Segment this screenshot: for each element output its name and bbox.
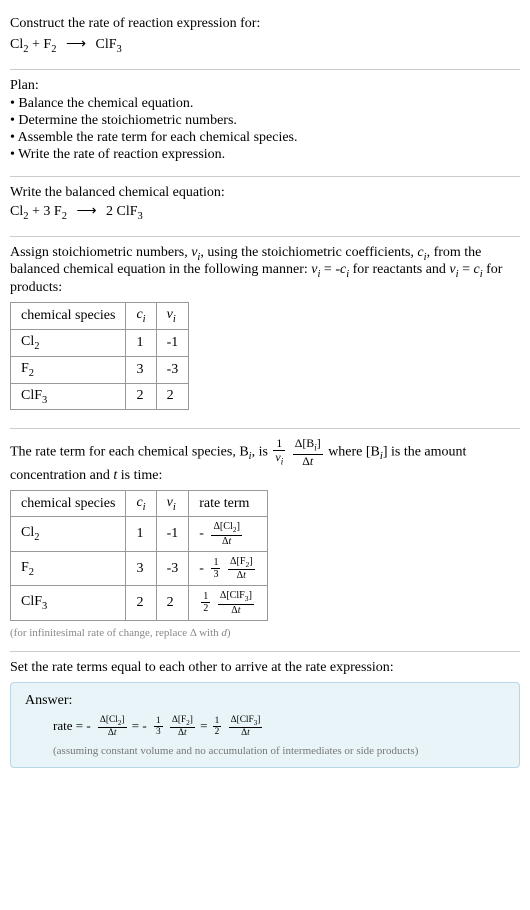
table-header-row: chemical species ci νi rate term bbox=[11, 490, 268, 517]
cell-nui: -3 bbox=[156, 356, 189, 383]
cell-rate: - Δ[Cl2] Δt bbox=[189, 517, 267, 551]
plan-item: • Write the rate of reaction expression. bbox=[10, 147, 520, 163]
cell-nui: 2 bbox=[156, 383, 189, 410]
fraction: 1 2 bbox=[201, 591, 210, 614]
cell-nui: 2 bbox=[156, 586, 189, 620]
fraction: 1 3 bbox=[211, 557, 220, 580]
plan-item: • Assemble the rate term for each chemic… bbox=[10, 130, 520, 146]
species-cl2: Cl2 bbox=[10, 37, 28, 52]
balanced-equation: Cl2 + 3 F2 ⟶ 2 ClF3 bbox=[10, 203, 520, 222]
stoich-section: Assign stoichiometric numbers, νi, using… bbox=[10, 237, 520, 430]
answer-label: Answer: bbox=[25, 693, 505, 709]
cell-nui: -1 bbox=[156, 329, 189, 356]
cell-species: Cl2 bbox=[11, 329, 126, 356]
cell-ci: 1 bbox=[126, 329, 156, 356]
answer-expression: rate = - Δ[Cl2] Δt = - 1 3 Δ[F2] Δt = 1 … bbox=[25, 715, 505, 739]
answer-box: Answer: rate = - Δ[Cl2] Δt = - 1 3 Δ[F2]… bbox=[10, 682, 520, 768]
col-rate: rate term bbox=[189, 490, 267, 517]
cell-ci: 3 bbox=[126, 356, 156, 383]
cell-species: F2 bbox=[11, 356, 126, 383]
species-clf3: ClF3 bbox=[117, 204, 143, 219]
plan-list: • Balance the chemical equation. • Deter… bbox=[10, 96, 520, 163]
answer-note: (assuming constant volume and no accumul… bbox=[25, 745, 505, 757]
plan-item: • Determine the stoichiometric numbers. bbox=[10, 113, 520, 129]
col-species: chemical species bbox=[11, 490, 126, 517]
cell-ci: 2 bbox=[126, 383, 156, 410]
cell-rate: 1 2 Δ[ClF3] Δt bbox=[189, 586, 267, 620]
plan-item: • Balance the chemical equation. bbox=[10, 96, 520, 112]
col-ci: ci bbox=[126, 303, 156, 330]
fraction: Δ[ClF3] Δt bbox=[218, 590, 254, 615]
species-clf3: ClF3 bbox=[96, 37, 122, 52]
species-f2: F2 bbox=[54, 204, 67, 219]
fraction: Δ[F2] Δt bbox=[170, 715, 195, 739]
stoich-table: chemical species ci νi Cl2 1 -1 F2 3 -3 … bbox=[10, 302, 189, 410]
cell-rate: - 1 3 Δ[F2] Δt bbox=[189, 551, 267, 585]
species-cl2: Cl2 bbox=[10, 204, 28, 219]
intro-prompt: Construct the rate of reaction expressio… bbox=[10, 16, 520, 32]
intro-equation: Cl2 + F2 ⟶ ClF3 bbox=[10, 36, 520, 55]
cell-nui: -1 bbox=[156, 517, 189, 551]
fraction: 1 νi bbox=[273, 437, 285, 467]
plan-title: Plan: bbox=[10, 78, 520, 94]
table-row: Cl2 1 -1 - Δ[Cl2] Δt bbox=[11, 517, 268, 551]
fraction: Δ[Cl2] Δt bbox=[211, 521, 242, 546]
final-title: Set the rate terms equal to each other t… bbox=[10, 660, 520, 676]
cell-ci: 1 bbox=[126, 517, 156, 551]
fraction: Δ[ClF3] Δt bbox=[229, 715, 263, 739]
rate-term-table: chemical species ci νi rate term Cl2 1 -… bbox=[10, 490, 268, 621]
rate-term-footnote: (for infinitesimal rate of change, repla… bbox=[10, 627, 520, 639]
col-species: chemical species bbox=[11, 303, 126, 330]
cell-species: ClF3 bbox=[11, 586, 126, 620]
table-row: ClF3 2 2 bbox=[11, 383, 189, 410]
arrow-icon: ⟶ bbox=[76, 203, 96, 220]
cell-ci: 2 bbox=[126, 586, 156, 620]
arrow-icon: ⟶ bbox=[66, 36, 86, 53]
species-f2: F2 bbox=[43, 37, 56, 52]
table-header-row: chemical species ci νi bbox=[11, 303, 189, 330]
cell-ci: 3 bbox=[126, 551, 156, 585]
stoich-text: Assign stoichiometric numbers, νi, using… bbox=[10, 245, 520, 297]
col-ci: ci bbox=[126, 490, 156, 517]
table-row: ClF3 2 2 1 2 Δ[ClF3] Δt bbox=[11, 586, 268, 620]
table-row: Cl2 1 -1 bbox=[11, 329, 189, 356]
cell-species: Cl2 bbox=[11, 517, 126, 551]
table-row: F2 3 -3 bbox=[11, 356, 189, 383]
rate-term-text: The rate term for each chemical species,… bbox=[10, 437, 520, 483]
fraction: Δ[Cl2] Δt bbox=[98, 715, 127, 739]
col-nui: νi bbox=[156, 303, 189, 330]
table-row: F2 3 -3 - 1 3 Δ[F2] Δt bbox=[11, 551, 268, 585]
balanced-title: Write the balanced chemical equation: bbox=[10, 185, 520, 201]
rate-term-section: The rate term for each chemical species,… bbox=[10, 429, 520, 651]
final-section: Set the rate terms equal to each other t… bbox=[10, 652, 520, 780]
intro-section: Construct the rate of reaction expressio… bbox=[10, 8, 520, 70]
fraction: Δ[F2] Δt bbox=[228, 556, 255, 581]
fraction: Δ[Bi] Δt bbox=[293, 437, 323, 467]
cell-species: ClF3 bbox=[11, 383, 126, 410]
plan-section: Plan: • Balance the chemical equation. •… bbox=[10, 70, 520, 177]
fraction: 1 2 bbox=[213, 716, 222, 738]
cell-nui: -3 bbox=[156, 551, 189, 585]
balanced-section: Write the balanced chemical equation: Cl… bbox=[10, 177, 520, 237]
col-nui: νi bbox=[156, 490, 189, 517]
fraction: 1 3 bbox=[154, 716, 163, 738]
cell-species: F2 bbox=[11, 551, 126, 585]
